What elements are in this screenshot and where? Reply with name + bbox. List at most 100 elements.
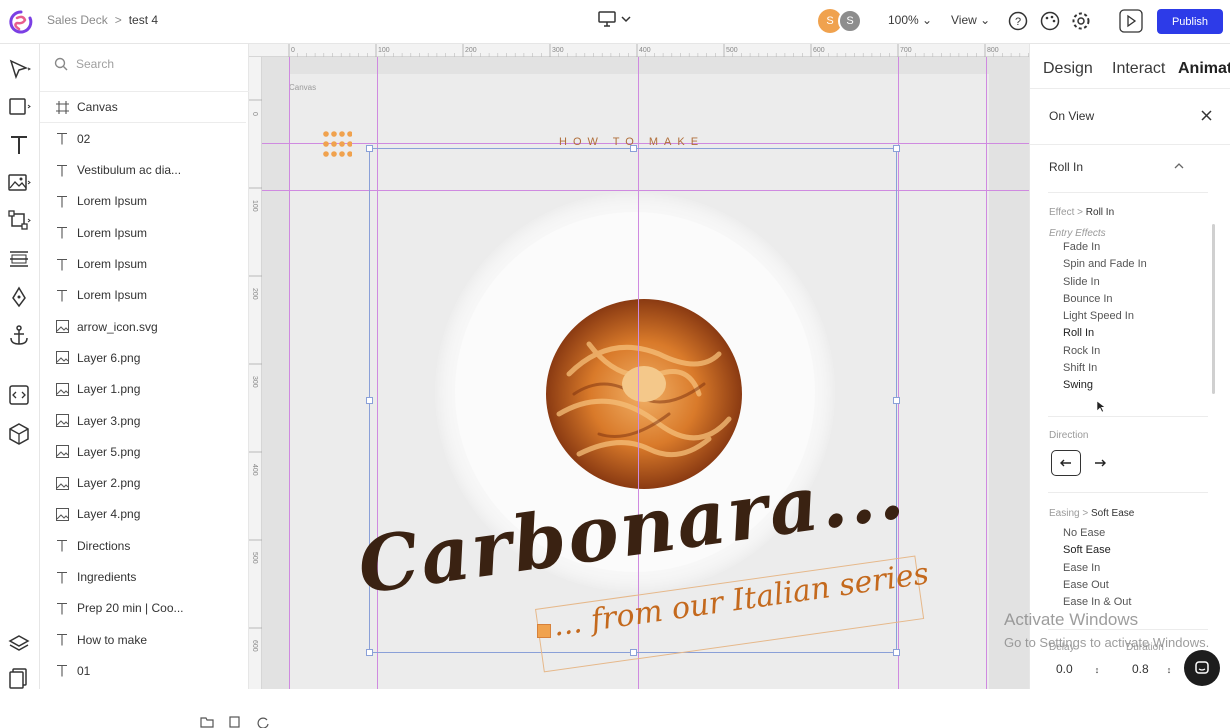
duplicate-icon[interactable]	[228, 716, 242, 728]
effect-option[interactable]: Shift In	[1063, 360, 1147, 377]
easing-option[interactable]: Ease In & Out	[1063, 594, 1131, 611]
layout-tool-icon[interactable]	[7, 247, 31, 271]
layer-item[interactable]: Lorem Ipsum	[40, 217, 246, 248]
stepper-icon[interactable]: ↕	[1095, 665, 1100, 675]
folder-icon[interactable]	[200, 716, 214, 728]
layer-item[interactable]: 02	[40, 123, 246, 154]
effect-option[interactable]: Slide In	[1063, 274, 1147, 291]
text-tool-icon[interactable]	[7, 133, 31, 157]
duration-input[interactable]: 0.8 ↕	[1132, 662, 1171, 676]
layer-item-label: Lorem Ipsum	[77, 194, 148, 209]
app-logo-icon[interactable]	[8, 9, 34, 35]
pen-tool-icon[interactable]	[7, 285, 31, 309]
device-preview-dropdown[interactable]	[598, 11, 631, 27]
avatar[interactable]: S	[838, 9, 862, 33]
effect-option[interactable]: Fade In	[1063, 239, 1147, 256]
easing-option[interactable]: Soft Ease	[1063, 542, 1131, 559]
gear-icon[interactable]	[1070, 10, 1092, 32]
zoom-value: 100%	[888, 13, 919, 27]
ruler-label: 400	[639, 47, 651, 54]
effect-option[interactable]: Spin and Fade In	[1063, 256, 1147, 273]
resize-handle[interactable]	[893, 145, 900, 152]
direction-right-button[interactable]	[1085, 450, 1115, 476]
roll-in-header[interactable]: Roll In	[1049, 160, 1083, 174]
layer-item[interactable]: Lorem Ipsum	[40, 249, 246, 280]
layer-item[interactable]: Ingredients	[40, 562, 246, 593]
layer-item[interactable]: Layer 6.png	[40, 342, 246, 373]
effect-option[interactable]: Light Speed In	[1063, 308, 1147, 325]
chat-support-button[interactable]	[1184, 650, 1220, 686]
breadcrumb-project[interactable]: Sales Deck	[47, 13, 108, 27]
resize-handle[interactable]	[893, 397, 900, 404]
publish-button[interactable]: Publish	[1157, 9, 1223, 34]
layer-item[interactable]: Layer 2.png	[40, 468, 246, 499]
layer-item[interactable]: How to make	[40, 624, 246, 655]
breadcrumb-page[interactable]: test 4	[129, 13, 158, 27]
stepper-icon[interactable]: ↕	[1167, 665, 1172, 675]
anchor-icon[interactable]	[7, 323, 31, 347]
layer-item[interactable]: Layer 4.png	[40, 499, 246, 530]
resize-handle[interactable]	[893, 649, 900, 656]
component-icon[interactable]	[7, 422, 31, 446]
effect-option[interactable]: Bounce In	[1063, 291, 1147, 308]
layer-item[interactable]: Vestibulum ac dia...	[40, 155, 246, 186]
zoom-dropdown[interactable]: 100% ⌄	[888, 13, 932, 27]
layer-item[interactable]: Lorem Ipsum	[40, 280, 246, 311]
delay-input[interactable]: 0.0 ↕	[1056, 662, 1099, 676]
resize-handle[interactable]	[366, 397, 373, 404]
layer-item-label: Layer 4.png	[77, 507, 141, 522]
easing-option[interactable]: Ease In	[1063, 560, 1131, 577]
text-icon	[55, 633, 69, 647]
tagline-handle[interactable]	[537, 624, 551, 638]
help-icon[interactable]: ?	[1007, 10, 1029, 32]
refresh-icon[interactable]	[256, 716, 270, 728]
guide-line[interactable]	[986, 44, 987, 689]
divider	[1030, 88, 1230, 89]
collaborator-avatars[interactable]: S S	[818, 9, 862, 33]
design-canvas[interactable]: Canvas HOW TO MAKE Carbonara... ... from…	[249, 44, 1029, 689]
layer-item[interactable]: arrow_icon.svg	[40, 311, 246, 342]
play-preview-icon[interactable]	[1119, 9, 1143, 33]
tab-animate[interactable]: Animate	[1178, 60, 1230, 78]
easing-option[interactable]: No Ease	[1063, 525, 1131, 542]
pages-icon[interactable]	[7, 666, 31, 690]
resize-handle[interactable]	[366, 145, 373, 152]
frame-tool-icon[interactable]	[7, 209, 31, 233]
ruler-label: 100	[378, 47, 390, 54]
layer-item[interactable]: Canvas	[40, 92, 246, 123]
effects-scrollbar[interactable]	[1212, 224, 1215, 394]
resize-handle[interactable]	[366, 649, 373, 656]
layer-item[interactable]: Layer 3.png	[40, 405, 246, 436]
layer-item[interactable]: Directions	[40, 530, 246, 561]
easing-option[interactable]: Ease Out	[1063, 577, 1131, 594]
easing-label: Easing	[1049, 508, 1080, 519]
tab-design[interactable]: Design	[1043, 60, 1093, 78]
tab-interact[interactable]: Interact	[1112, 60, 1165, 78]
image-tool-icon[interactable]	[7, 171, 31, 195]
effect-option[interactable]: Swing	[1063, 377, 1147, 394]
layers-icon[interactable]	[7, 632, 31, 656]
shape-tool-icon[interactable]	[7, 95, 31, 119]
chevron-up-icon[interactable]	[1174, 162, 1184, 170]
select-tool-icon[interactable]	[7, 57, 31, 81]
layer-item[interactable]: Layer 1.png	[40, 374, 246, 405]
layer-item[interactable]: Lorem Ipsum	[40, 186, 246, 217]
entry-effects-label: Entry Effects	[1049, 228, 1106, 239]
direction-left-button[interactable]	[1051, 450, 1081, 476]
layers-search[interactable]: Search	[54, 57, 114, 71]
layers-panel: Search Canvas 02 Vestibulum ac dia... Lorem…	[40, 44, 287, 728]
layer-item[interactable]: Layer 5.png	[40, 436, 246, 467]
layer-item[interactable]: 01	[40, 655, 246, 686]
palette-icon[interactable]	[1039, 10, 1061, 32]
close-icon[interactable]	[1201, 110, 1212, 121]
layer-item[interactable]: Prep 20 min | Coo...	[40, 593, 246, 624]
effect-option[interactable]: Rock In	[1063, 343, 1147, 360]
embed-code-icon[interactable]	[7, 383, 31, 407]
dot-grid-decoration[interactable]	[322, 130, 352, 158]
text-icon	[55, 163, 69, 177]
resize-handle[interactable]	[630, 145, 637, 152]
view-dropdown[interactable]: View ⌄	[951, 13, 990, 27]
layer-item-label: Ingredients	[77, 570, 137, 584]
guide-line[interactable]	[289, 44, 290, 689]
effect-option[interactable]: Roll In	[1063, 325, 1147, 342]
